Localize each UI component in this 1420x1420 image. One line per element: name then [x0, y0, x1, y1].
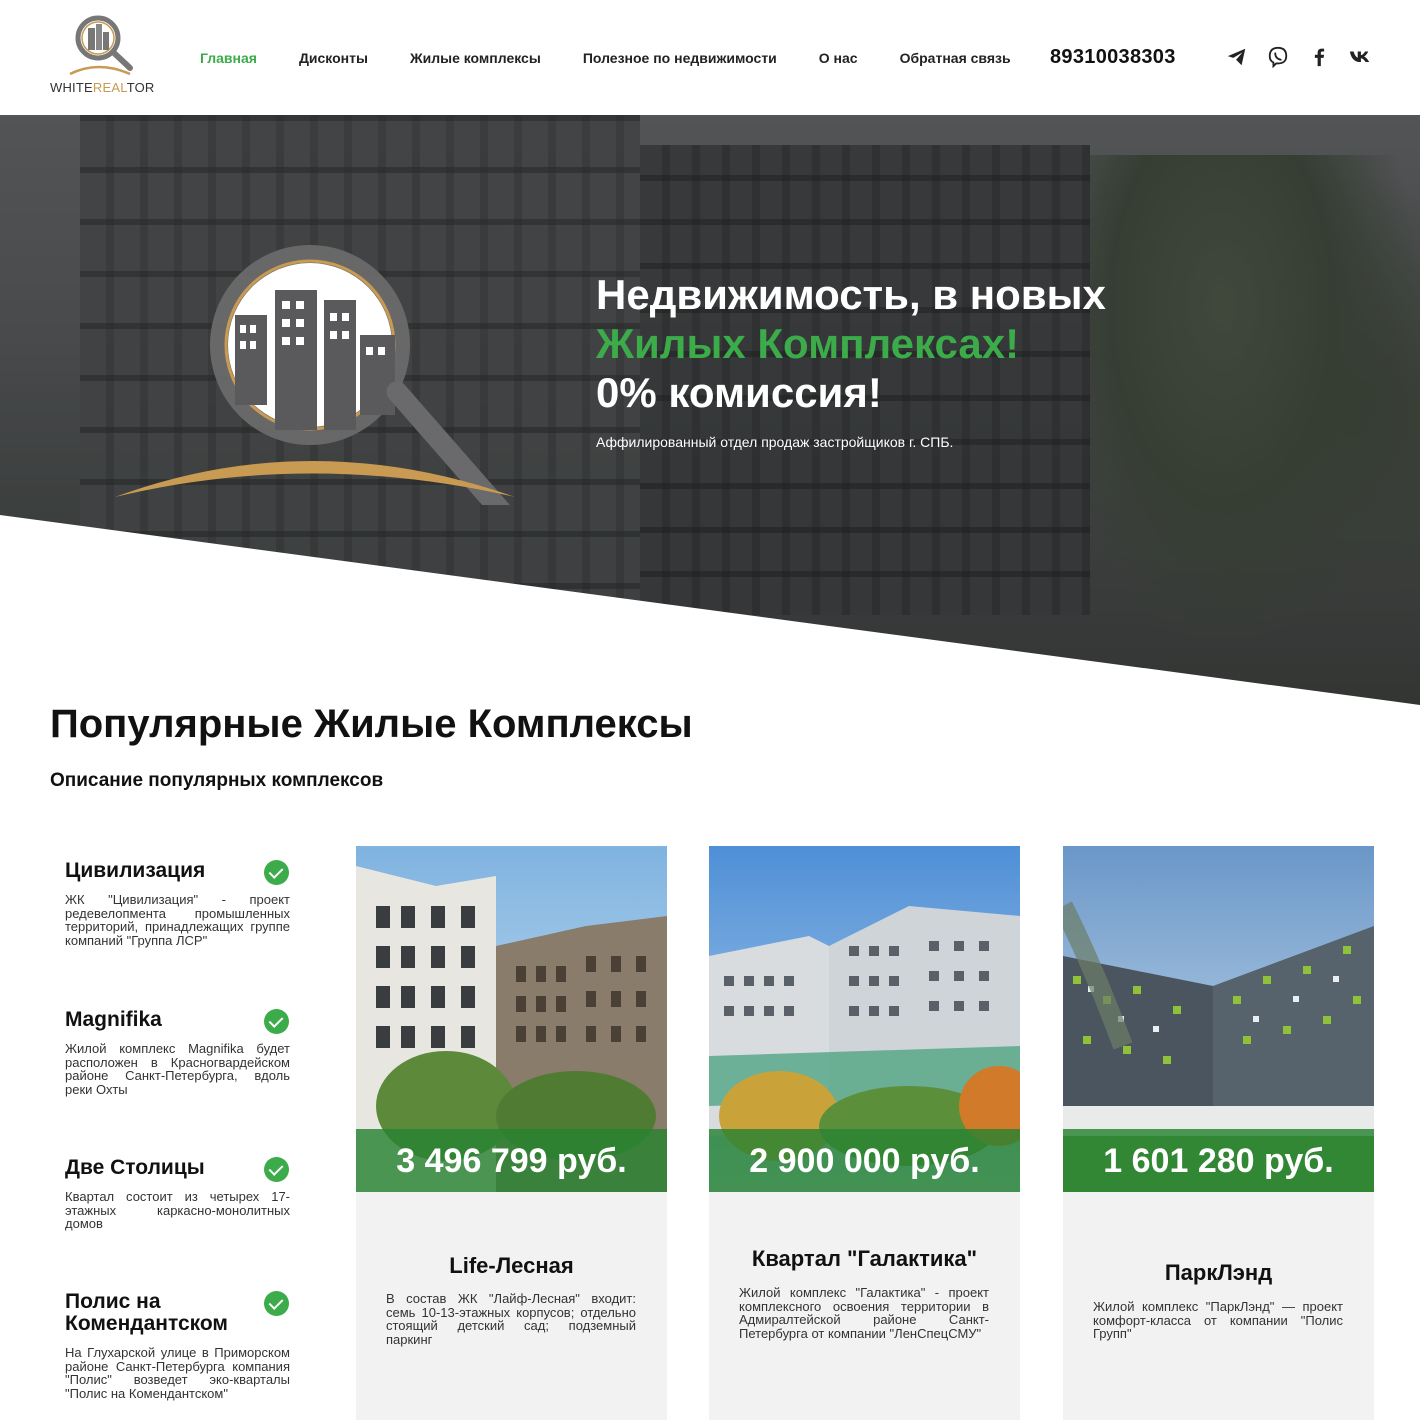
feature-item: Magnifika Жилой комплекс Magnifika будет… [65, 1009, 290, 1096]
check-icon [264, 1291, 289, 1316]
nav-item-home[interactable]: Главная [200, 50, 257, 66]
social-links [1226, 46, 1390, 70]
complex-name[interactable]: Life-Лесная [356, 1253, 667, 1279]
feature-description: На Глухарской улице в Приморском районе … [65, 1345, 290, 1401]
check-icon [264, 1157, 289, 1182]
complex-description: В состав ЖК "Лайф-Лесная" входит: семь 1… [386, 1291, 636, 1347]
feature-name: Две Столицы [65, 1156, 205, 1179]
feature-description: Жилой комплекс Magnifika будет расположе… [65, 1041, 290, 1097]
phone-number[interactable]: 89310038303 [1050, 46, 1176, 69]
feature-item: Полис на Комендантском На Глухарской ули… [65, 1291, 290, 1400]
viber-icon[interactable] [1267, 46, 1291, 70]
check-icon [264, 860, 289, 885]
nav-item-feedback[interactable]: Обратная связь [900, 50, 1011, 66]
complex-price: 1 601 280 руб. [1103, 1142, 1334, 1180]
site-header: WHITEREALTOR Главная Дисконты Жилые комп… [0, 0, 1420, 115]
hero-title-line2: Жилых Комплексах! [596, 320, 1020, 367]
complex-price: 3 496 799 руб. [396, 1142, 627, 1180]
section-title: Популярные Жилые Комплексы [50, 702, 693, 746]
complex-name[interactable]: Квартал "Галактика" [709, 1246, 1020, 1272]
feature-item: Цивилизация ЖК "Цивилизация" - проект ре… [65, 860, 290, 947]
complex-card[interactable]: 2 900 000 руб. Квартал "Галактика" Жилой… [709, 846, 1020, 1420]
nav-item-useful[interactable]: Полезное по недвижимости [583, 50, 777, 66]
hero-subtitle: Аффилированный отдел продаж застройщиков… [596, 434, 954, 450]
complex-card[interactable]: 1 601 280 руб. ПаркЛэнд Жилой комплекс "… [1063, 846, 1374, 1420]
feature-description: ЖК "Цивилизация" - проект редевелопмента… [65, 892, 290, 948]
nav-item-complexes[interactable]: Жилые комплексы [410, 50, 541, 66]
complex-description: Жилой комплекс "ПаркЛэнд" — проект комфо… [1093, 1299, 1343, 1341]
hero-title-line1: Недвижимость, в новых [596, 271, 1106, 318]
hero-title: Недвижимость, в новых Жилых Комплексах! … [596, 270, 1106, 417]
complex-description: Жилой комплекс "Галактика" - проект комп… [739, 1285, 989, 1341]
feature-name: Цивилизация [65, 859, 206, 882]
complex-price: 2 900 000 руб. [749, 1142, 980, 1180]
complex-name[interactable]: ПаркЛэнд [1063, 1260, 1374, 1286]
hero-title-line3: 0% комиссия! [596, 369, 882, 416]
feature-item: Две Столицы Квартал состоит из четырех 1… [65, 1157, 290, 1231]
complex-card[interactable]: 3 496 799 руб. Life-Лесная В состав ЖК "… [356, 846, 667, 1420]
feature-name: Полис на Комендантском [65, 1290, 228, 1335]
magnifier-logo-icon [69, 15, 133, 76]
facebook-icon[interactable] [1308, 46, 1332, 70]
nav-item-discounts[interactable]: Дисконты [299, 50, 368, 66]
hero-banner: Недвижимость, в новых Жилых Комплексах! … [0, 115, 1420, 705]
check-icon [264, 1009, 289, 1034]
telegram-icon[interactable] [1226, 46, 1250, 70]
logo-wordmark: WHITEREALTOR [50, 80, 155, 95]
feature-name: Magnifika [65, 1008, 162, 1031]
site-logo[interactable]: WHITEREALTOR [50, 14, 160, 98]
vk-icon[interactable] [1349, 46, 1373, 70]
hero-magnifier-logo-icon [115, 245, 515, 505]
feature-description: Квартал состоит из четырех 17-этажных ка… [65, 1189, 290, 1231]
nav-item-about[interactable]: О нас [819, 50, 858, 66]
section-subtitle: Описание популярных комплексов [50, 770, 384, 791]
main-nav: Главная Дисконты Жилые комплексы Полезно… [200, 50, 1053, 66]
